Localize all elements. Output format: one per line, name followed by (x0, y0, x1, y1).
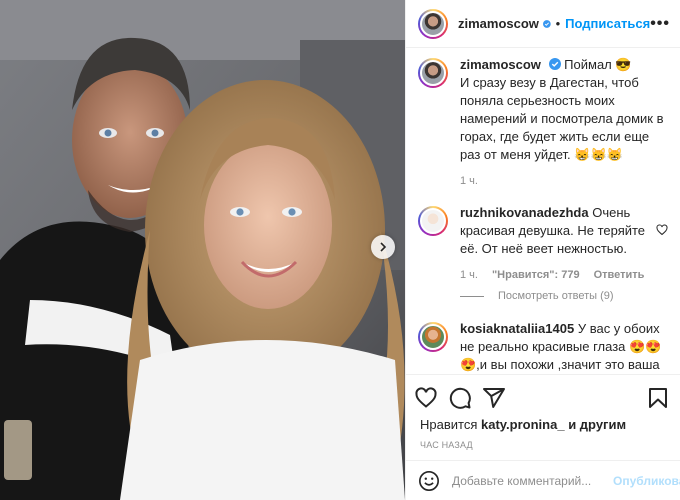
comments-list[interactable]: zimamoscow Поймал 😎 И сразу везу в Дагес… (406, 48, 680, 374)
caption-avatar[interactable] (418, 58, 448, 88)
likes-prefix: Нравится (420, 417, 478, 432)
follow-button[interactable]: Подписаться (565, 16, 650, 31)
comment-likes[interactable]: "Нравится": 779 (492, 266, 580, 284)
author-username[interactable]: zimamoscow (458, 16, 539, 31)
heart-icon[interactable] (656, 224, 668, 236)
chevron-right-icon (380, 242, 387, 252)
verified-badge-icon (548, 58, 561, 70)
post-actions: Нравится katy.pronina_ и другим час наза… (406, 374, 680, 460)
likes-others[interactable]: и другим (568, 417, 626, 432)
caption-username[interactable]: zimamoscow (460, 57, 541, 72)
share-icon[interactable] (482, 386, 506, 410)
comment-reply-button[interactable]: Ответить (594, 266, 645, 284)
heart-icon[interactable] (414, 386, 438, 410)
verified-badge-icon (542, 19, 551, 28)
likes-summary: Нравится katy.pronina_ и другим (414, 415, 672, 432)
comment-icon[interactable] (448, 386, 472, 410)
emoji-icon[interactable] (418, 470, 440, 492)
commenter-avatar[interactable] (418, 322, 448, 352)
post-timestamp: час назад (420, 440, 473, 450)
comment-item: kosiaknataliia1405 У вас у обоих не реал… (418, 320, 668, 374)
comment-username[interactable]: kosiaknataliia1405 (460, 321, 574, 336)
post-photo[interactable] (0, 0, 405, 500)
selfie-image (0, 0, 405, 500)
separator-dot: • (555, 16, 561, 31)
post-side-panel: zimamoscow • Подписаться ••• zimamoscow (405, 0, 680, 500)
bookmark-icon[interactable] (646, 386, 670, 410)
next-photo-button[interactable] (371, 235, 395, 259)
caption-text: Поймал 😎 И сразу везу в Дагестан, чтоб п… (460, 57, 664, 162)
publish-button[interactable]: Опубликовать (613, 474, 680, 488)
comment-username[interactable]: ruzhnikovanadezhda (460, 205, 589, 220)
caption: zimamoscow Поймал 😎 И сразу везу в Дагес… (418, 56, 668, 190)
more-options-button[interactable]: ••• (650, 15, 670, 33)
comment-time[interactable]: 1 ч. (460, 266, 478, 284)
likes-user[interactable]: katy.pronina_ (481, 417, 565, 432)
caption-time[interactable]: 1 ч. (460, 172, 478, 190)
view-replies-button[interactable]: Посмотреть ответы (9) (460, 290, 668, 302)
author-avatar[interactable] (418, 8, 448, 39)
comment-item: ruzhnikovanadezhda Очень красивая девушк… (418, 204, 668, 284)
instagram-post-modal: zimamoscow • Подписаться ••• zimamoscow (0, 0, 680, 500)
add-comment-bar: Опубликовать (406, 460, 680, 500)
view-replies-label: Посмотреть ответы (9) (498, 290, 614, 302)
commenter-avatar[interactable] (418, 206, 448, 236)
comment-input[interactable] (452, 473, 607, 488)
post-header: zimamoscow • Подписаться ••• (406, 0, 680, 48)
